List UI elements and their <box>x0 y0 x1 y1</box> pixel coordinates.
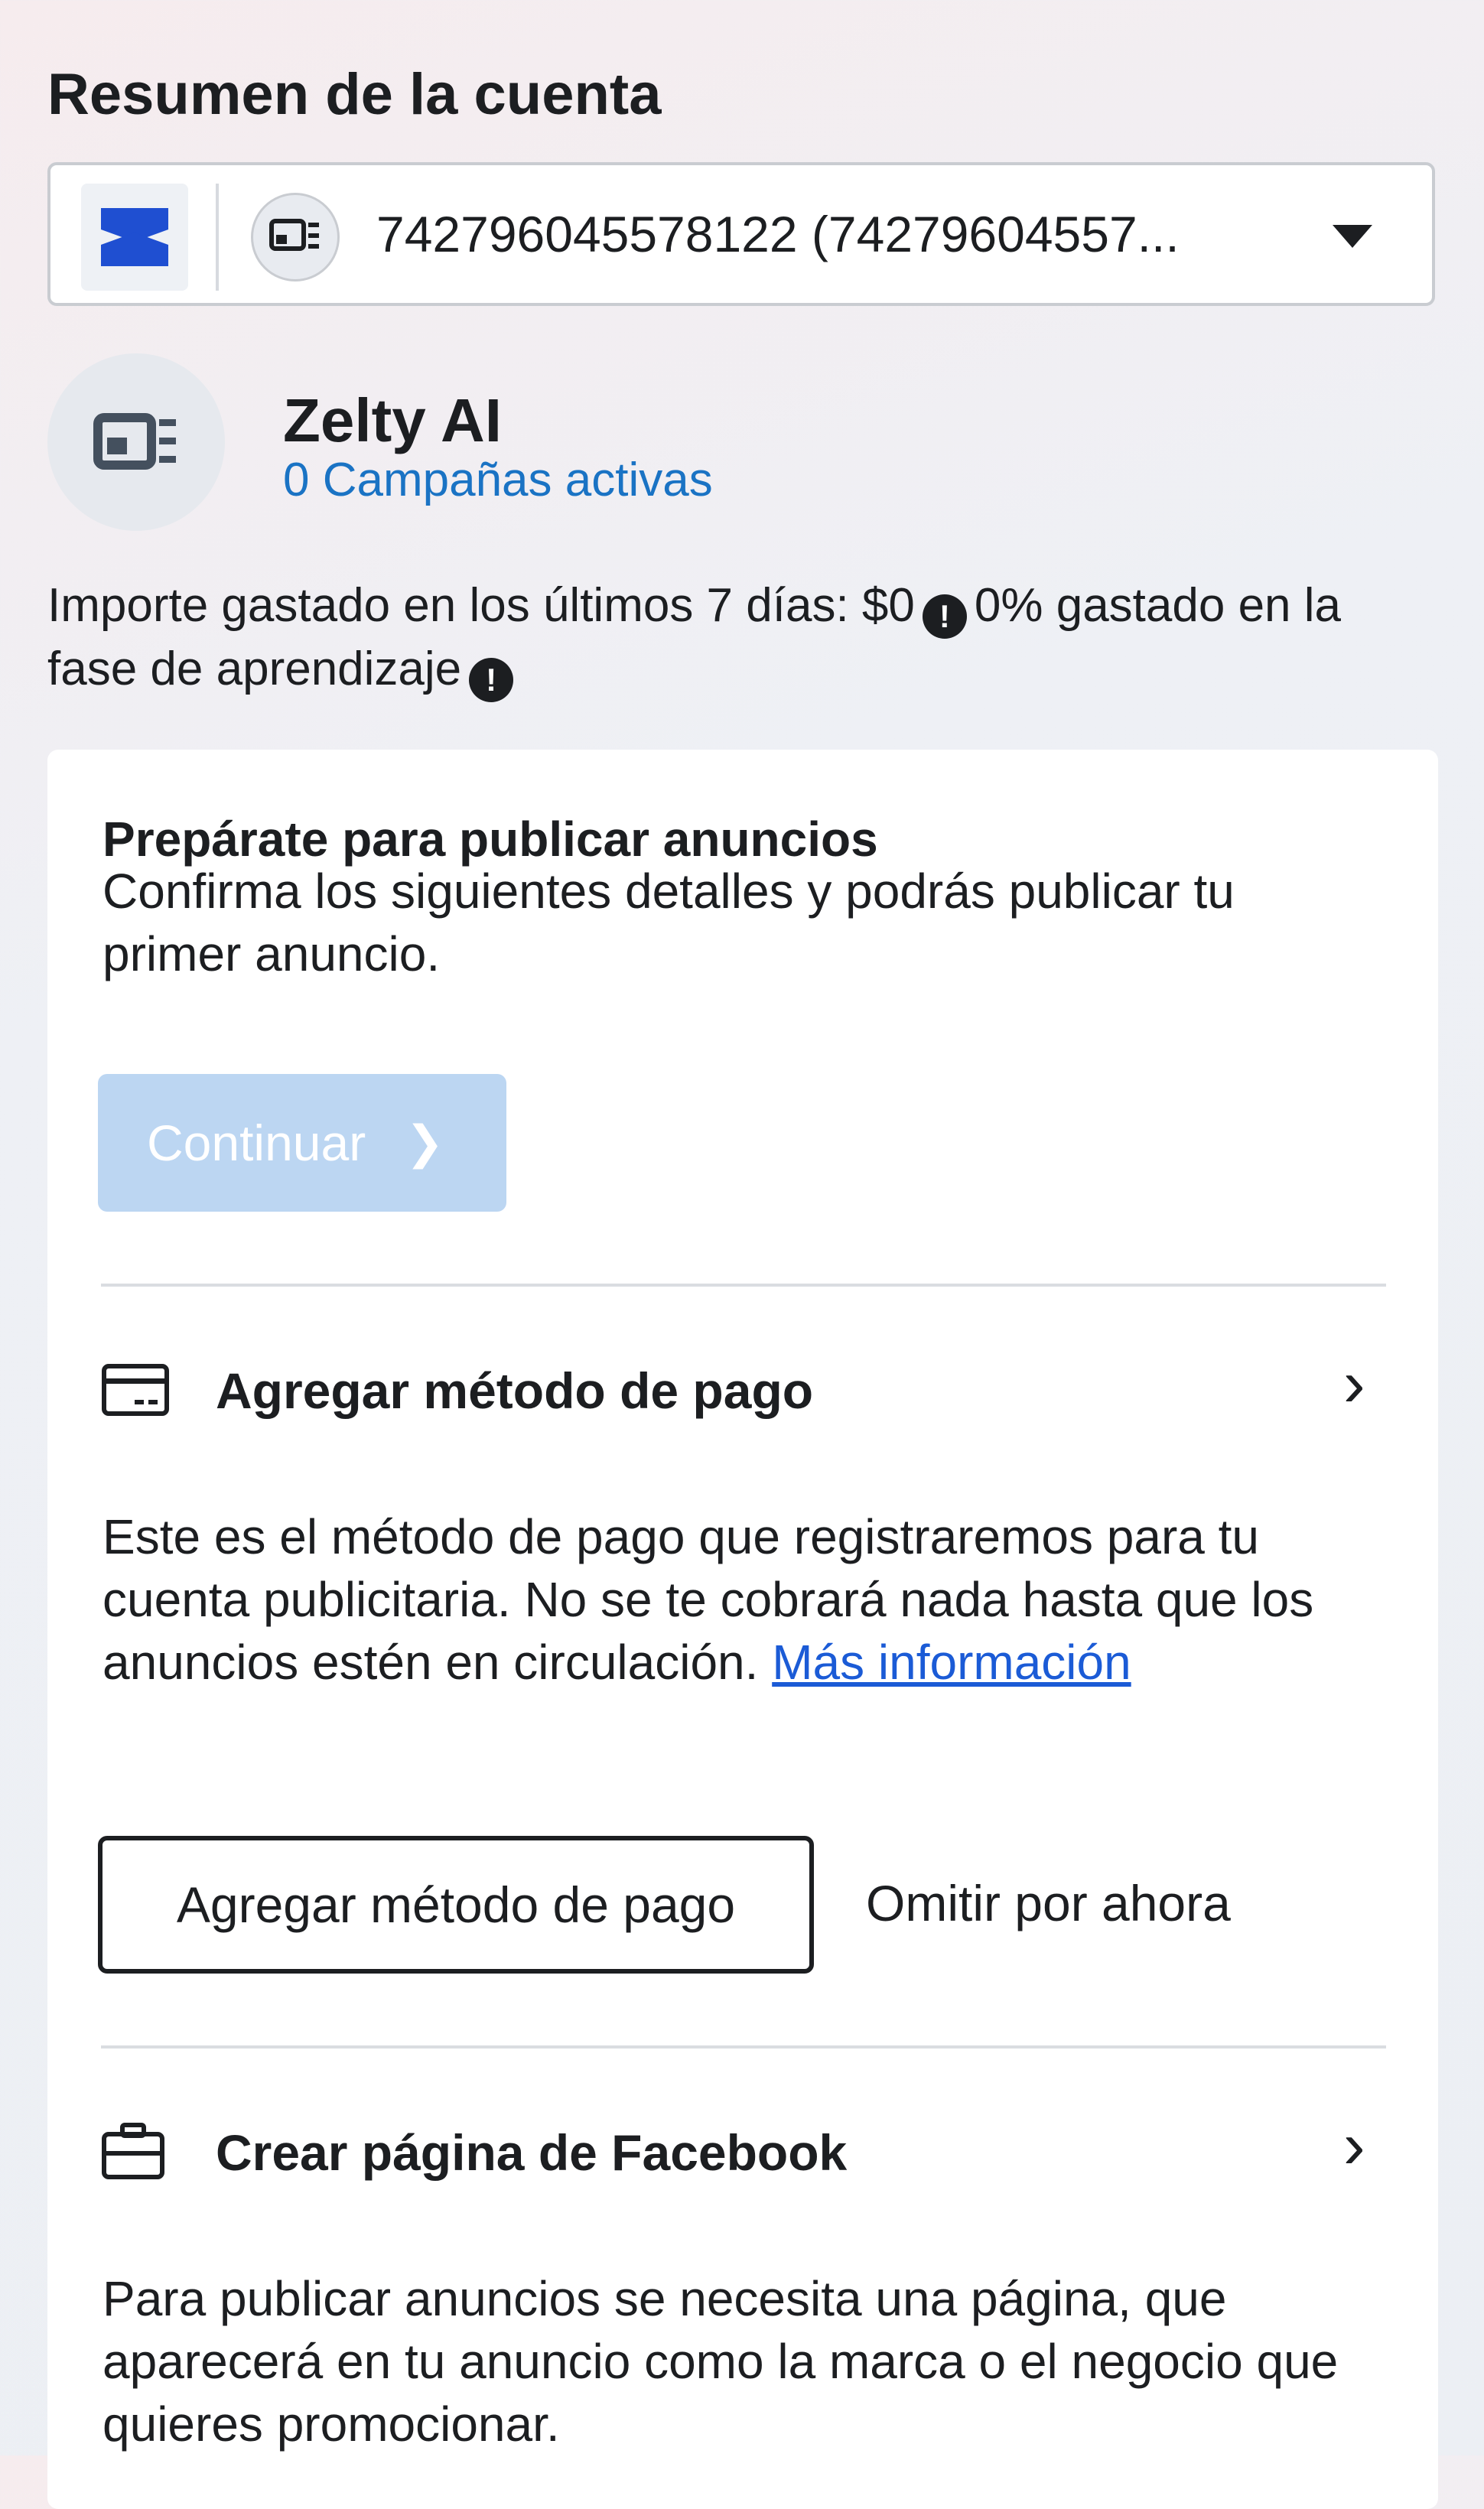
setup-title: Prepárate para publicar anuncios <box>103 812 878 867</box>
account-name: Zelty AI <box>283 386 502 454</box>
account-id-text: 742796045578122 (74279604557... <box>376 206 1180 262</box>
divider <box>101 2045 1386 2049</box>
selector-divider <box>216 184 219 291</box>
continue-button[interactable]: Continuar ❯ <box>98 1074 506 1212</box>
briefcase-icon <box>101 2120 165 2182</box>
chevron-right-icon[interactable]: › <box>1343 2108 1365 2184</box>
active-campaigns-link[interactable]: 0 Campañas activas <box>283 453 713 507</box>
setup-card: Prepárate para publicar anuncios Confirm… <box>47 750 1438 2509</box>
continue-label: Continuar <box>147 1115 366 1171</box>
account-avatar <box>47 353 225 531</box>
divider <box>101 1284 1386 1287</box>
info-icon[interactable]: ! <box>922 594 967 639</box>
ad-account-icon <box>251 193 340 281</box>
credit-card-icon <box>101 1362 170 1418</box>
add-payment-label: Agregar método de pago <box>176 1876 736 1933</box>
more-info-link[interactable]: Más información <box>772 1635 1131 1690</box>
info-icon[interactable]: ! <box>469 658 514 702</box>
payment-description: Este es el método de pago que registrare… <box>103 1509 1314 1690</box>
chevron-right-icon: ❯ <box>405 1117 444 1168</box>
facebook-page-row-title[interactable]: Crear página de Facebook <box>216 2123 847 2182</box>
spend-summary: Importe gastado en los últimos 7 días: $… <box>47 575 1424 702</box>
chevron-right-icon[interactable]: › <box>1343 1346 1365 1422</box>
dropdown-caret-icon[interactable] <box>1333 225 1372 248</box>
brand-logo-icon <box>81 184 188 291</box>
add-payment-method-button[interactable]: Agregar método de pago <box>98 1836 814 1974</box>
skip-for-now-button[interactable]: Omitir por ahora <box>866 1874 1231 1932</box>
spend-amount-text: Importe gastado en los últimos 7 días: $… <box>47 579 915 632</box>
setup-subtitle: Confirma los siguientes detalles y podrá… <box>103 864 1235 981</box>
account-selector[interactable]: 742796045578122 (74279604557... <box>47 162 1435 306</box>
payment-row-title[interactable]: Agregar método de pago <box>216 1362 813 1420</box>
page-title: Resumen de la cuenta <box>47 62 662 127</box>
facebook-page-description: Para publicar anuncios se necesita una p… <box>103 2271 1339 2452</box>
